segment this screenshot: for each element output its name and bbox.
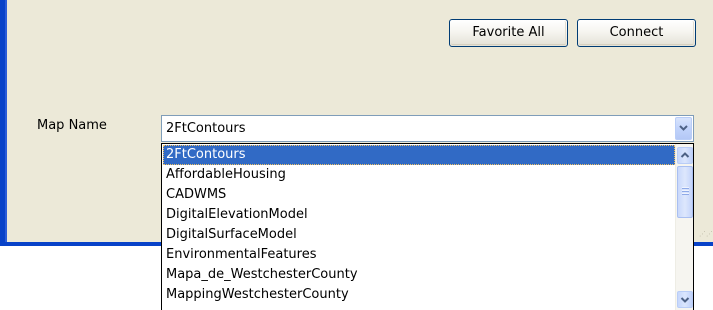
map-name-label: Map Name: [37, 118, 107, 133]
scroll-up-button[interactable]: [677, 147, 693, 164]
dropdown-option[interactable]: Mapa_de_WestchesterCounty: [163, 265, 675, 285]
dropdown-option[interactable]: CADWMS: [163, 185, 675, 205]
window-frame-left: [0, 0, 7, 246]
map-name-dropdown-list: 2FtContours AffordableHousing CADWMS Dig…: [161, 143, 694, 310]
dropdown-scrollbar[interactable]: [675, 144, 693, 310]
dropdown-option[interactable]: DigitalSurfaceModel: [163, 225, 675, 245]
dropdown-option[interactable]: DigitalElevationModel: [163, 205, 675, 225]
dropdown-option-highlighted[interactable]: 2FtContours: [163, 145, 675, 165]
dropdown-option[interactable]: MappingWestchesterCounty: [163, 285, 675, 305]
favorite-all-label: Favorite All: [472, 25, 545, 40]
scroll-thumb[interactable]: [677, 166, 693, 218]
favorite-all-button[interactable]: Favorite All: [449, 19, 568, 47]
combo-dropdown-button[interactable]: [675, 117, 692, 140]
resize-grip[interactable]: ⋰⋰: [699, 231, 713, 240]
chevron-up-icon: [680, 152, 690, 158]
chevron-down-icon: [680, 297, 690, 303]
map-name-selected-value: 2FtContours: [166, 121, 246, 136]
dropdown-options: 2FtContours AffordableHousing CADWMS Dig…: [163, 145, 675, 305]
chevron-down-icon: [679, 125, 688, 131]
scroll-down-button[interactable]: [677, 291, 693, 308]
connect-label: Connect: [609, 25, 664, 40]
dropdown-option[interactable]: AffordableHousing: [163, 165, 675, 185]
scroll-thumb-grip: [682, 187, 689, 196]
map-name-combobox[interactable]: 2FtContours: [161, 115, 694, 142]
dropdown-option[interactable]: EnvironmentalFeatures: [163, 245, 675, 265]
connect-button[interactable]: Connect: [577, 19, 696, 47]
